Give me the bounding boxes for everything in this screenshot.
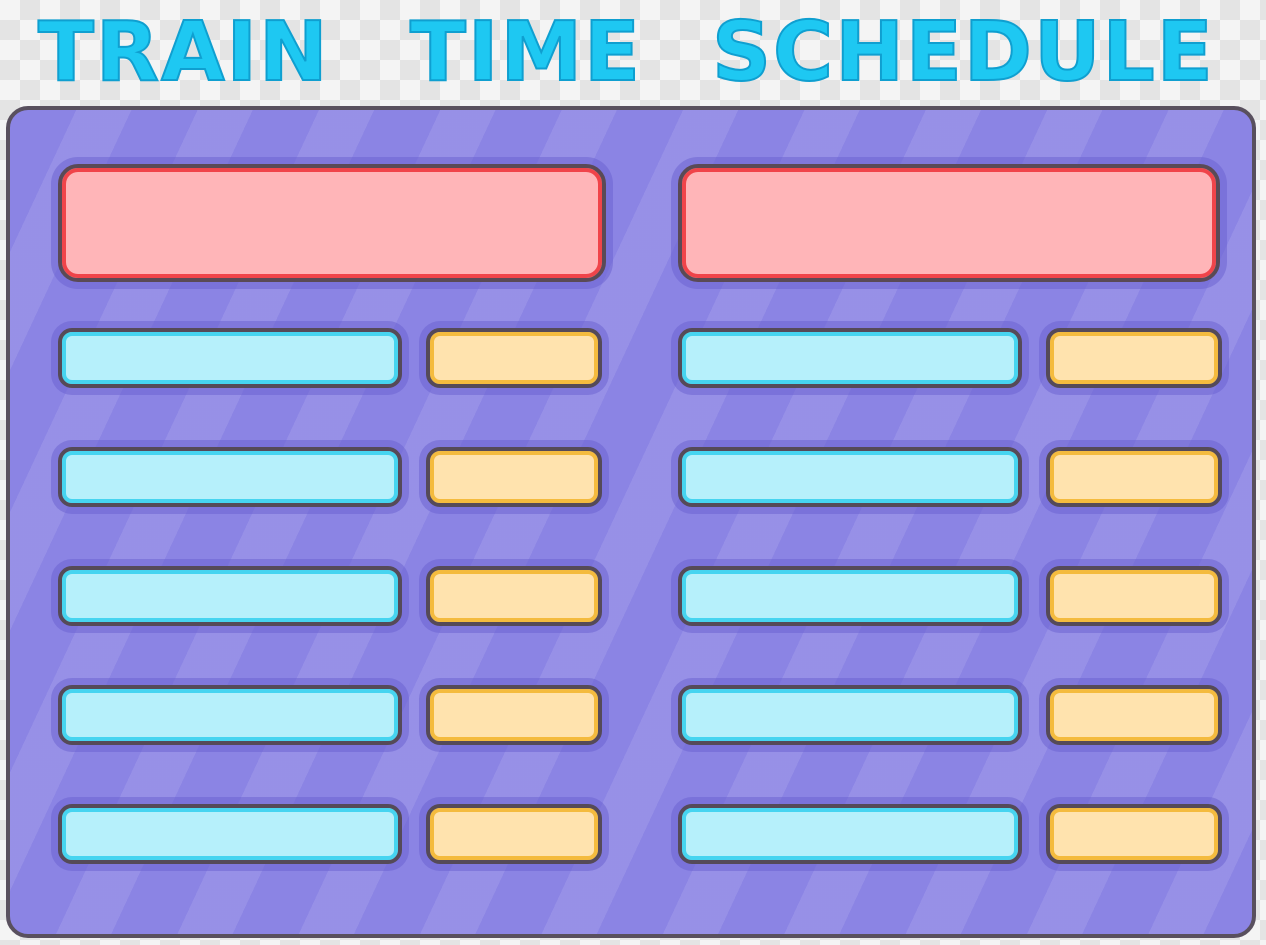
- train-name-slot: [58, 685, 402, 745]
- train-time-slot: [1046, 804, 1222, 864]
- schedule-row: [10, 447, 1252, 507]
- train-name-slot: [58, 328, 402, 388]
- schedule-row: [10, 566, 1252, 626]
- left-header-panel: [58, 164, 606, 282]
- train-time-slot: [426, 685, 602, 745]
- schedule-row: [10, 328, 1252, 388]
- right-header-panel: [678, 164, 1220, 282]
- train-time-slot: [1046, 447, 1222, 507]
- train-name-slot: [58, 804, 402, 864]
- train-name-slot: [678, 328, 1022, 388]
- train-name-slot: [678, 566, 1022, 626]
- schedule-board: [6, 106, 1256, 938]
- train-name-slot: [58, 566, 402, 626]
- schedule-title: TRAIN TIME SCHEDULE: [0, 5, 1266, 101]
- train-time-slot: [426, 566, 602, 626]
- train-time-slot: [426, 804, 602, 864]
- train-time-slot: [1046, 328, 1222, 388]
- train-name-slot: [678, 685, 1022, 745]
- title-word-train: TRAIN: [37, 5, 330, 101]
- title-word-schedule: SCHEDULE: [711, 5, 1215, 101]
- train-time-slot: [1046, 566, 1222, 626]
- train-time-slot: [1046, 685, 1222, 745]
- title-word-time: TIME: [409, 5, 643, 101]
- train-name-slot: [58, 447, 402, 507]
- train-name-slot: [678, 804, 1022, 864]
- train-time-slot: [426, 447, 602, 507]
- train-name-slot: [678, 447, 1022, 507]
- train-time-slot: [426, 328, 602, 388]
- schedule-row: [10, 685, 1252, 745]
- schedule-row: [10, 804, 1252, 864]
